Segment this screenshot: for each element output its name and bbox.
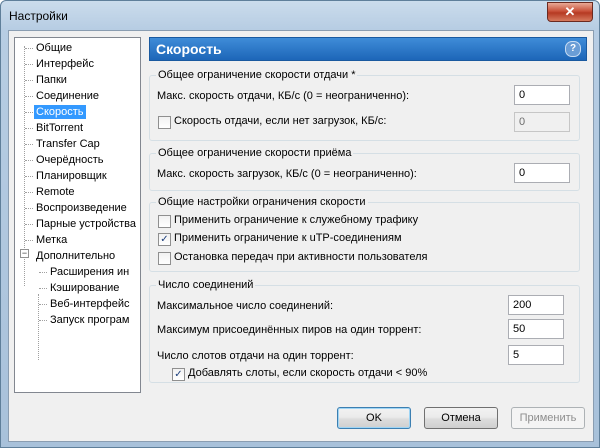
idle-upload-input[interactable]: 0 xyxy=(514,112,570,132)
apply-utp-label: Применить ограничение к uTP-соединениям xyxy=(174,232,402,244)
group-title: Общее ограничение скорости приёма xyxy=(156,147,354,159)
tree-item-label: Запуск програм xyxy=(50,314,130,326)
tree-branch xyxy=(25,224,33,225)
tree-item-transfer-cap[interactable]: Transfer Cap xyxy=(36,136,100,152)
add-slots-checkbox[interactable]: ✓ xyxy=(172,368,185,381)
tree-branch xyxy=(39,304,47,305)
tree-item-run-program[interactable]: Запуск програм xyxy=(50,312,129,328)
upload-slots-label: Число слотов отдачи на один торрент: xyxy=(157,350,354,362)
tree-branch xyxy=(25,208,33,209)
general-limit-group: Общие настройки ограничения скорости При… xyxy=(149,196,580,272)
max-connections-label: Максимальное число соединений: xyxy=(157,300,334,312)
close-button[interactable]: ✕ xyxy=(547,2,593,22)
tree-item-web-ui[interactable]: Веб-интерфейс xyxy=(50,296,129,312)
tree-item-caching[interactable]: Кэширование xyxy=(50,280,119,296)
group-title: Общее ограничение скорости отдачи * xyxy=(156,69,358,81)
settings-tree: Общие Интерфейс Папки Соединение Скорост… xyxy=(14,37,141,393)
tree-item-label: Расширения ин xyxy=(50,266,130,278)
tree-item-label: BitTorrent xyxy=(36,122,84,134)
cancel-button[interactable]: Отмена xyxy=(424,407,498,429)
max-connections-input[interactable]: 200 xyxy=(508,295,564,315)
connections-group: Число соединений Максимальное число соед… xyxy=(149,279,580,383)
tree-branch xyxy=(25,128,33,129)
speed-panel: Скорость ? Общее ограничение скорости от… xyxy=(149,37,587,391)
tree-branch xyxy=(25,96,33,97)
tree-item-label: Общие xyxy=(36,42,73,54)
download-limit-group: Общее ограничение скорости приёма Макс. … xyxy=(149,147,580,191)
tree-branch xyxy=(25,80,33,81)
tree-item-scheduler[interactable]: Планировщик xyxy=(36,168,107,184)
tree-branch xyxy=(39,320,47,321)
dialog-body: Общие Интерфейс Папки Соединение Скорост… xyxy=(8,30,594,442)
settings-window: Настройки ✕ Общие Интерфейс Папки Соедин… xyxy=(0,0,600,448)
max-upload-input[interactable]: 0 xyxy=(514,85,570,105)
tree-item-label: Планировщик xyxy=(36,170,107,182)
tree-item-label: Кэширование xyxy=(50,282,120,294)
help-icon[interactable]: ? xyxy=(565,41,581,57)
tree-item-advanced[interactable]: Дополнительно xyxy=(36,248,115,264)
upload-slots-input[interactable]: 5 xyxy=(508,345,564,365)
apply-button[interactable]: Применить xyxy=(511,407,585,429)
tree-item-remote[interactable]: Remote xyxy=(36,184,75,200)
tree-item-label: Веб-интерфейс xyxy=(50,298,130,310)
ok-button[interactable]: OK xyxy=(337,407,411,429)
tree-item-label: Очерёдность xyxy=(36,154,104,166)
idle-upload-label: Скорость отдачи, если нет загрузок, КБ/с… xyxy=(174,115,387,127)
tree-item-label: Парные устройства xyxy=(36,218,136,230)
idle-upload-checkbox[interactable] xyxy=(158,116,171,129)
tree-item-folders[interactable]: Папки xyxy=(36,72,67,88)
tree-item-label-settings[interactable]: Метка xyxy=(36,232,67,248)
stop-on-activity-label: Остановка передач при активности пользов… xyxy=(174,251,428,263)
add-slots-label: Добавлять слоты, если скорость отдачи < … xyxy=(188,367,428,379)
apply-overhead-checkbox[interactable] xyxy=(158,215,171,228)
tree-item-paired-devices[interactable]: Парные устройства xyxy=(36,216,136,232)
tree-item-playback[interactable]: Воспроизведение xyxy=(36,200,127,216)
apply-overhead-label: Применить ограничение к служебному трафи… xyxy=(174,214,419,226)
tree-item-connection[interactable]: Соединение xyxy=(36,88,99,104)
tree-item-label: Скорость xyxy=(34,105,86,119)
stop-on-activity-checkbox[interactable] xyxy=(158,252,171,265)
max-peers-label: Максимум присоединённых пиров на один то… xyxy=(157,324,422,336)
tree-item-interface[interactable]: Интерфейс xyxy=(36,56,94,72)
tree-item-bittorrent[interactable]: BitTorrent xyxy=(36,120,83,136)
tree-branch xyxy=(25,240,33,241)
tree-item-speed[interactable]: Скорость xyxy=(34,104,86,120)
tree-branch xyxy=(25,48,33,49)
tree-item-label: Папки xyxy=(36,74,67,86)
panel-header: Скорость ? xyxy=(149,37,587,61)
panel-title: Скорость xyxy=(156,41,222,57)
apply-utp-checkbox[interactable]: ✓ xyxy=(158,233,171,246)
tree-item-extensions[interactable]: Расширения ин xyxy=(50,264,129,280)
tree-item-label: Соединение xyxy=(36,90,100,102)
upload-limit-group: Общее ограничение скорости отдачи * Макс… xyxy=(149,69,580,141)
title-bar[interactable]: Настройки ✕ xyxy=(1,1,599,29)
tree-item-label: Дополнительно xyxy=(36,250,116,262)
tree-item-label: Метка xyxy=(36,234,68,246)
tree-branch xyxy=(25,192,33,193)
group-title: Число соединений xyxy=(156,279,256,291)
tree-item-queueing[interactable]: Очерёдность xyxy=(36,152,104,168)
tree-branch xyxy=(25,112,33,113)
tree-item-label: Remote xyxy=(36,186,75,198)
max-peers-input[interactable]: 50 xyxy=(508,319,564,339)
tree-item-label: Transfer Cap xyxy=(36,138,100,150)
tree-branch xyxy=(39,272,47,273)
tree-branch xyxy=(25,64,33,65)
max-upload-label: Макс. скорость отдачи, КБ/с (0 = неогран… xyxy=(157,90,410,102)
tree-branch xyxy=(25,176,33,177)
tree-item-label: Интерфейс xyxy=(36,58,94,70)
window-title: Настройки xyxy=(9,9,68,23)
tree-branch xyxy=(39,288,47,289)
max-download-input[interactable]: 0 xyxy=(514,163,570,183)
max-download-label: Макс. скорость загрузок, КБ/с (0 = неогр… xyxy=(157,168,417,180)
collapse-expander-icon[interactable]: − xyxy=(20,249,29,258)
tree-branch xyxy=(25,144,33,145)
tree-item-general[interactable]: Общие xyxy=(36,40,72,56)
tree-branch xyxy=(25,160,33,161)
group-title: Общие настройки ограничения скорости xyxy=(156,196,368,208)
tree-item-label: Воспроизведение xyxy=(36,202,127,214)
